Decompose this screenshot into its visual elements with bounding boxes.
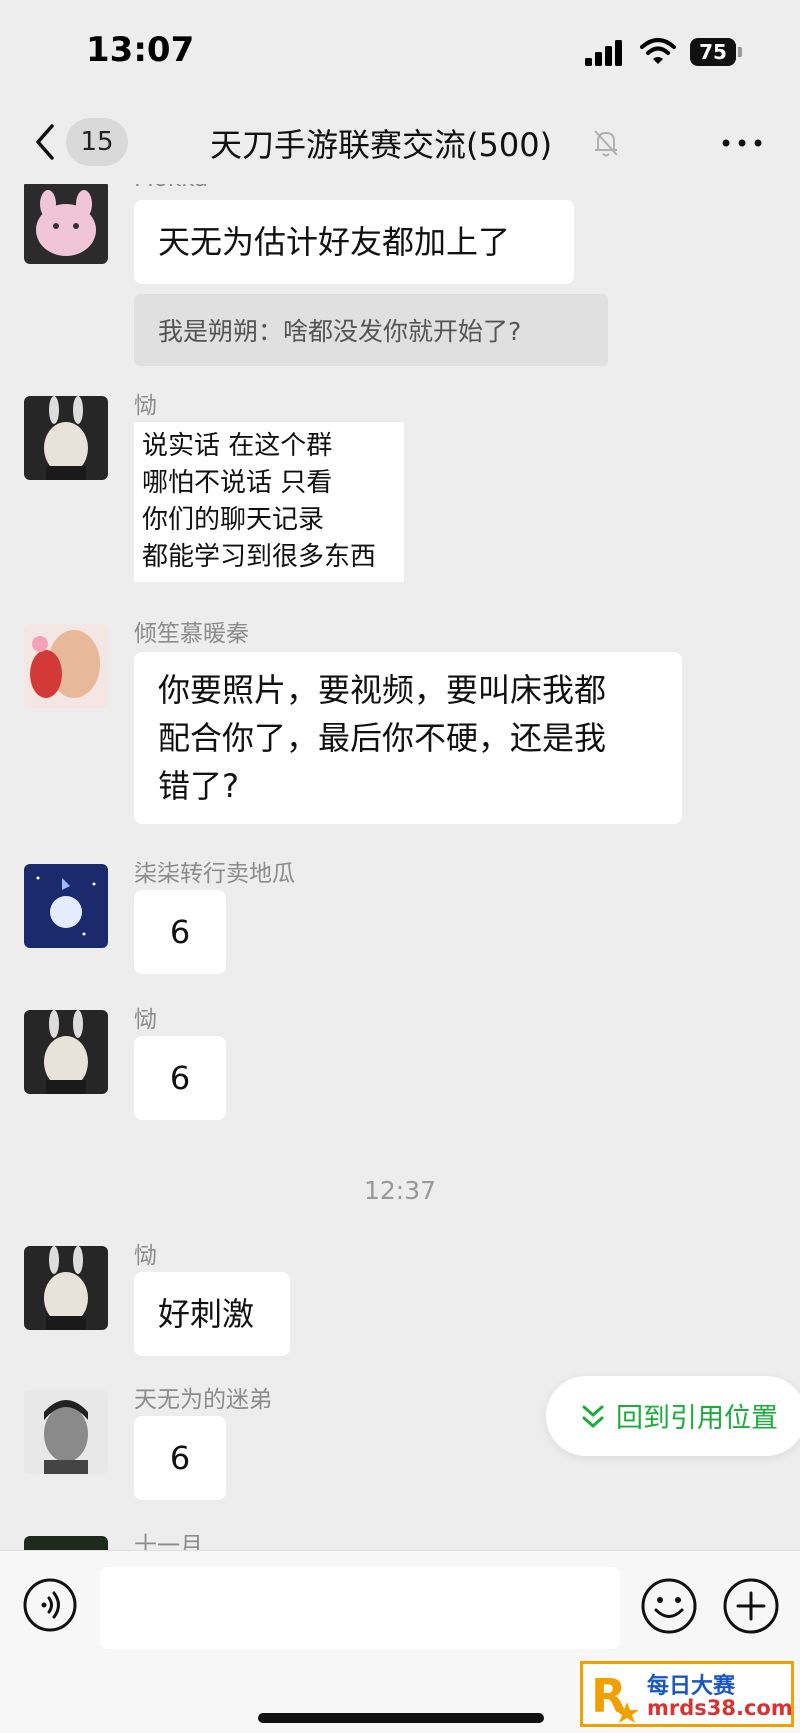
status-time: 13:07 (86, 30, 195, 70)
message-sender: 倾笙慕暖秦 (134, 621, 249, 647)
message-sender: 恸 (134, 1243, 157, 1269)
back-icon[interactable] (30, 122, 60, 162)
avatar[interactable] (24, 1010, 108, 1094)
more-icon[interactable] (720, 128, 764, 158)
watermark-logo: R (591, 1669, 639, 1723)
message-timestamp: 12:37 (363, 1176, 437, 1205)
watermark-url: mrds38.com (647, 1696, 793, 1720)
jump-to-quote-button[interactable]: 回到引用位置 (546, 1376, 800, 1456)
bunny-girl-avatar-image (24, 1246, 108, 1330)
voice-icon[interactable] (22, 1577, 78, 1633)
status-bar: 13:07 75 (0, 0, 800, 100)
chat-header: 15 天刀手游联赛交流(500) (0, 100, 800, 184)
avatar[interactable] (24, 1536, 108, 1550)
avatar[interactable] (24, 396, 108, 480)
message-line: 配合你了，最后你不硬，还是我 (158, 719, 607, 757)
message-line: 哪怕不说话 只看 (142, 468, 333, 498)
message-bubble[interactable]: 你要照片，要视频，要叫床我都 配合你了，最后你不硬，还是我 错了? (134, 652, 682, 824)
message-bubble[interactable]: 6 (134, 1036, 226, 1120)
double-chevron-down-icon (582, 1405, 604, 1428)
message-line: 错了? (158, 767, 239, 805)
signal-icon (585, 40, 622, 66)
message-line: 都能学习到很多东西 (142, 542, 377, 572)
message-input[interactable] (100, 1567, 620, 1649)
emoji-icon[interactable] (640, 1577, 698, 1635)
site-watermark: R 每日大赛 mrds38.com (580, 1661, 794, 1727)
message-list[interactable]: Mokka 天无为估计好友都加上了 我是朔朔：啥都没发你就开始了? 恸 说实话 … (0, 184, 800, 1550)
message-sender: 天无为的迷弟 (134, 1387, 272, 1413)
quoted-message[interactable]: 我是朔朔：啥都没发你就开始了? (134, 294, 608, 366)
chat-title[interactable]: 天刀手游联赛交流(500) (210, 120, 552, 166)
plus-icon[interactable] (722, 1577, 780, 1635)
wifi-icon (640, 38, 676, 64)
message-bubble[interactable]: 天无为估计好友都加上了 (134, 200, 574, 284)
message-line: 你们的聊天记录 (142, 505, 325, 535)
man-portrait-avatar-image (24, 1390, 108, 1474)
pink-plush-avatar-image (24, 184, 108, 264)
avatar[interactable] (24, 1390, 108, 1474)
battery-indicator: 75 (690, 38, 736, 66)
battery-tip (738, 47, 742, 57)
bunny-girl-avatar-image (24, 1010, 108, 1094)
dark-green-avatar-image (24, 1536, 108, 1550)
message-bubble[interactable]: 好刺激 (134, 1272, 290, 1356)
message-bubble[interactable]: 6 (134, 890, 226, 974)
message-sender: 恸 (134, 393, 157, 419)
avatar[interactable] (24, 1246, 108, 1330)
unread-count-badge[interactable]: 15 (66, 118, 128, 166)
mute-bell-icon (594, 130, 618, 157)
home-indicator (258, 1713, 544, 1723)
svg-text:R: R (591, 1669, 626, 1723)
moon-night-avatar-image (24, 864, 108, 948)
bunny-girl-avatar-image (24, 396, 108, 480)
avatar[interactable] (24, 184, 108, 264)
message-sender: 十一月 (134, 1533, 203, 1550)
message-bubble[interactable]: 6 (134, 1416, 226, 1500)
message-sender: 恸 (134, 1007, 157, 1033)
message-bubble[interactable]: 说实话 在这个群 哪怕不说话 只看 你们的聊天记录 都能学习到很多东西 (134, 422, 404, 582)
anime-girl-avatar-image (24, 624, 108, 708)
jump-to-quote-label: 回到引用位置 (616, 1403, 778, 1434)
avatar[interactable] (24, 624, 108, 708)
message-sender: Mokka (134, 184, 208, 192)
message-sender: 柒柒转行卖地瓜 (134, 861, 295, 887)
message-line: 说实话 在这个群 (142, 431, 333, 461)
message-line: 你要照片，要视频，要叫床我都 (158, 671, 607, 709)
avatar[interactable] (24, 864, 108, 948)
